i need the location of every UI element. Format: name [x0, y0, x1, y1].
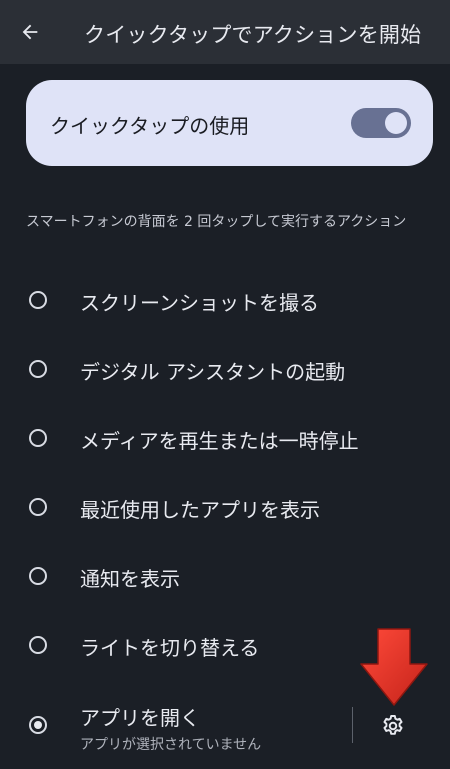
- open-app-settings-button[interactable]: [379, 712, 407, 740]
- radio-button-selected[interactable]: [29, 716, 47, 734]
- top-app-bar: クイックタップでアクションを開始: [0, 0, 450, 64]
- divider: [352, 707, 353, 743]
- gear-icon: [383, 715, 403, 735]
- quick-tap-switch[interactable]: [351, 108, 411, 138]
- radio-button[interactable]: [29, 567, 47, 585]
- quick-tap-toggle-card[interactable]: クイックタップの使用: [26, 80, 433, 166]
- option-screenshot[interactable]: スクリーンショットを撮る: [0, 270, 450, 330]
- option-label: スクリーンショットを撮る: [80, 291, 319, 315]
- option-label: デジタル アシスタントの起動: [80, 360, 346, 384]
- option-label: メディアを再生または一時停止: [80, 429, 359, 453]
- radio-button[interactable]: [29, 360, 47, 378]
- option-notifications[interactable]: 通知を表示: [0, 546, 450, 606]
- option-label: 通知を表示: [80, 567, 180, 591]
- option-label: 最近使用したアプリを表示: [80, 498, 320, 522]
- radio-button[interactable]: [29, 498, 47, 516]
- switch-knob: [385, 112, 407, 134]
- back-button[interactable]: [14, 16, 46, 48]
- option-media[interactable]: メディアを再生または一時停止: [0, 408, 450, 468]
- option-sublabel: アプリが選択されていません: [80, 737, 262, 753]
- section-description: スマートフォンの背面を 2 回タップして実行するアクション: [26, 214, 407, 230]
- page-title: クイックタップでアクションを開始: [84, 23, 422, 47]
- option-open-app[interactable]: アプリを開く アプリが選択されていません: [0, 696, 345, 758]
- option-assistant[interactable]: デジタル アシスタントの起動: [0, 339, 450, 399]
- option-recent-apps[interactable]: 最近使用したアプリを表示: [0, 477, 450, 537]
- radio-button[interactable]: [29, 636, 47, 654]
- radio-button[interactable]: [29, 291, 47, 309]
- toggle-label: クイックタップの使用: [50, 114, 250, 138]
- radio-button[interactable]: [29, 429, 47, 447]
- option-label: アプリを開く: [80, 706, 200, 730]
- red-arrow-annotation-icon: [360, 628, 428, 706]
- option-label: ライトを切り替える: [80, 636, 260, 660]
- arrow-back-icon: [22, 24, 38, 40]
